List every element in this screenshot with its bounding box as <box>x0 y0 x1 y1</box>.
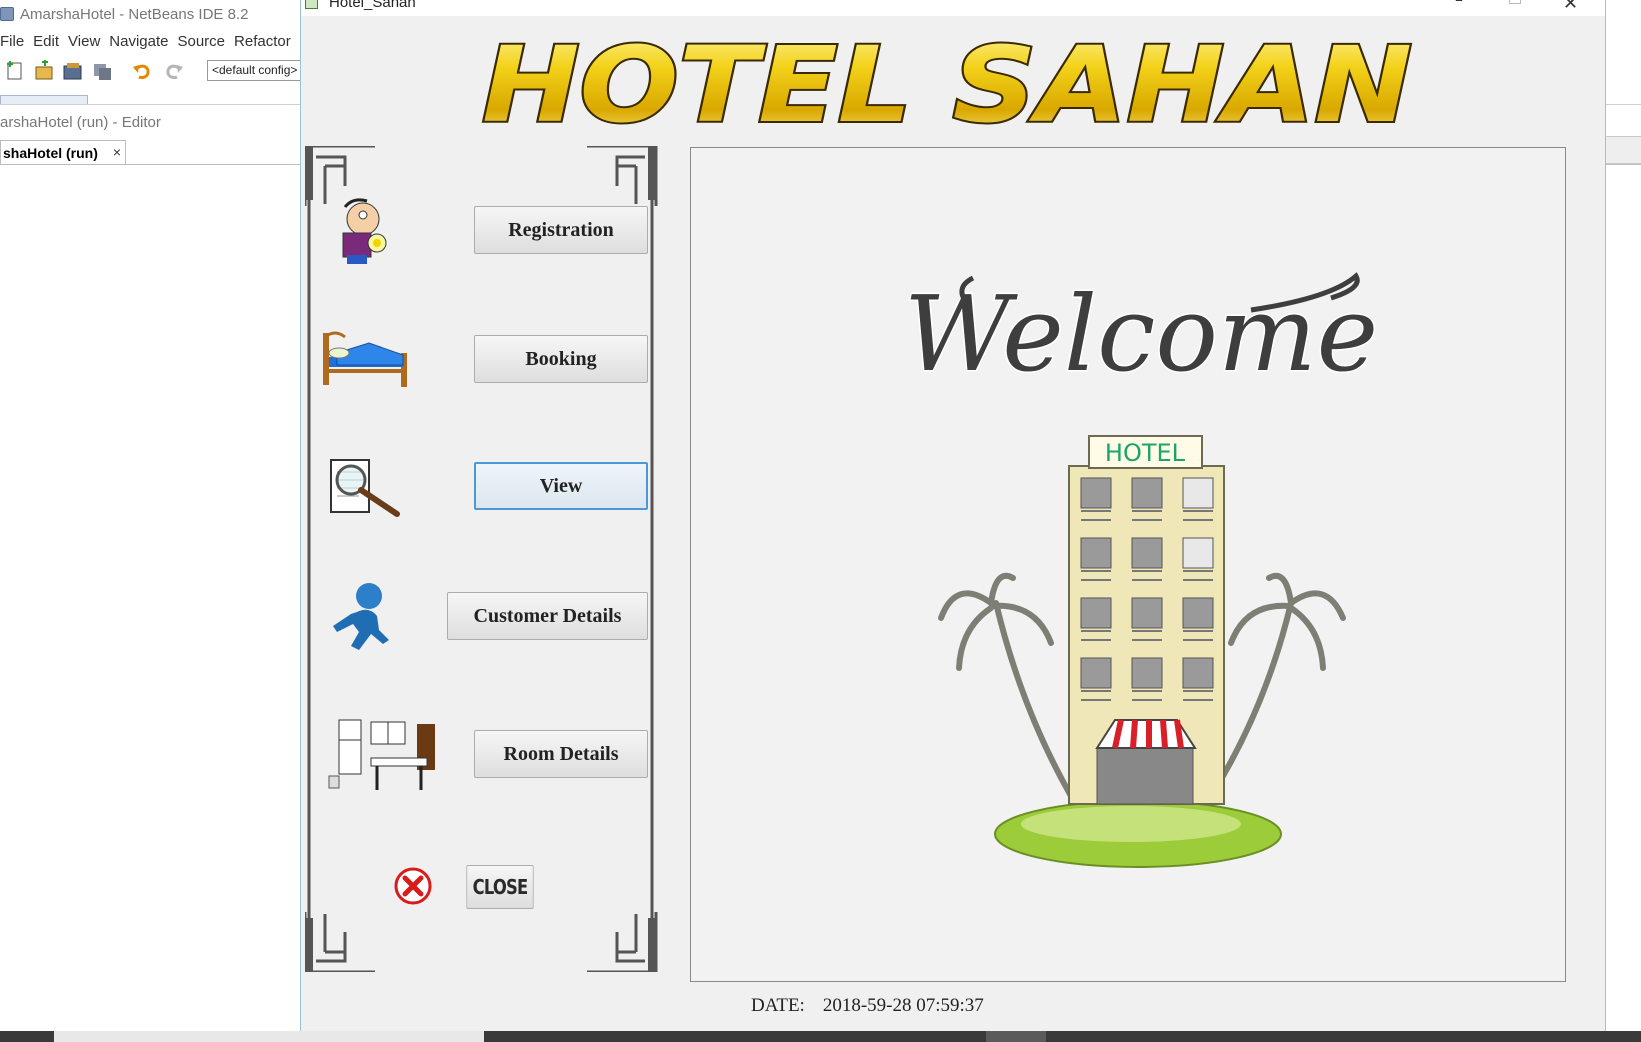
customer-details-button[interactable]: Customer Details <box>447 592 648 640</box>
welcome-panel: Welcome HOTEL <box>690 147 1566 982</box>
menu-navigate[interactable]: Navigate <box>109 30 168 50</box>
booking-button[interactable]: Booking <box>474 335 648 383</box>
ide-menubar: FileEditViewNavigateSourceRefactorR <box>0 30 311 54</box>
editor-caption: arshaHotel (run) - Editor <box>0 114 161 131</box>
close-tab-icon[interactable]: × <box>113 144 121 160</box>
hotel-sahan-logo: HOTEL SAHAN <box>480 33 1414 137</box>
open-project-icon[interactable] <box>62 60 84 82</box>
date-label: DATE: <box>751 995 805 1016</box>
person-with-badge-icon <box>342 198 387 264</box>
editor-document-tab[interactable]: shaHotel (run) × <box>0 140 126 165</box>
room-furniture-icon <box>328 719 435 790</box>
save-all-icon[interactable] <box>92 60 114 82</box>
navigation-panel: Registration Booking View Customer Detai… <box>305 146 673 972</box>
menu-view[interactable]: View <box>68 30 100 50</box>
maximize-button[interactable] <box>1509 0 1521 4</box>
minimize-button[interactable]: – <box>1455 0 1463 9</box>
java-app-icon <box>305 0 318 9</box>
window-title: Hotel_Sahan <box>329 0 416 11</box>
view-button[interactable]: View <box>474 462 648 510</box>
window-close-button[interactable]: ✕ <box>1563 0 1578 14</box>
room-details-button[interactable]: Room Details <box>474 730 648 778</box>
bed-icon <box>323 331 407 387</box>
taskbar-active-app[interactable] <box>986 1031 1046 1042</box>
ide-right-pane-edge <box>1606 136 1641 164</box>
menu-refactor[interactable]: Refactor <box>234 30 291 50</box>
hotel-sign-text: HOTEL <box>1105 439 1186 467</box>
welcome-text: Welcome <box>904 273 1378 395</box>
menu-source[interactable]: Source <box>177 30 225 50</box>
new-file-icon[interactable] <box>4 60 26 82</box>
date-display: DATE: 2018-59-28 07:59:37 <box>751 995 984 1017</box>
welcome-illustration: Welcome HOTEL <box>902 272 1380 868</box>
hotel-sahan-window: Hotel_Sahan – ✕ HOTEL SAHAN <box>300 0 1606 1031</box>
date-value: 2018-59-28 07:59:37 <box>822 995 984 1016</box>
magnifier-document-icon <box>330 459 400 517</box>
panel-frame <box>305 146 658 972</box>
close-button[interactable]: CLOSE <box>466 865 534 909</box>
ide-title: AmarshaHotel - NetBeans IDE 8.2 <box>20 6 249 23</box>
menu-edit[interactable]: Edit <box>33 30 59 50</box>
netbeans-app-icon <box>0 7 14 21</box>
document-tab-label: shaHotel (run) <box>3 145 98 161</box>
undo-icon[interactable] <box>131 60 153 82</box>
new-project-icon[interactable] <box>33 60 55 82</box>
red-x-circle-icon[interactable] <box>393 866 435 906</box>
window-titlebar: Hotel_Sahan – ✕ <box>301 0 1605 16</box>
redo-icon[interactable] <box>163 60 185 82</box>
menu-file[interactable]: File <box>0 30 24 50</box>
registration-button[interactable]: Registration <box>474 206 648 254</box>
taskbar-search-box[interactable] <box>54 1031 484 1042</box>
walking-person-icon <box>333 583 389 650</box>
config-dropdown[interactable]: <default config> <box>207 60 302 81</box>
logo-text: HOTEL SAHAN <box>482 33 1412 137</box>
